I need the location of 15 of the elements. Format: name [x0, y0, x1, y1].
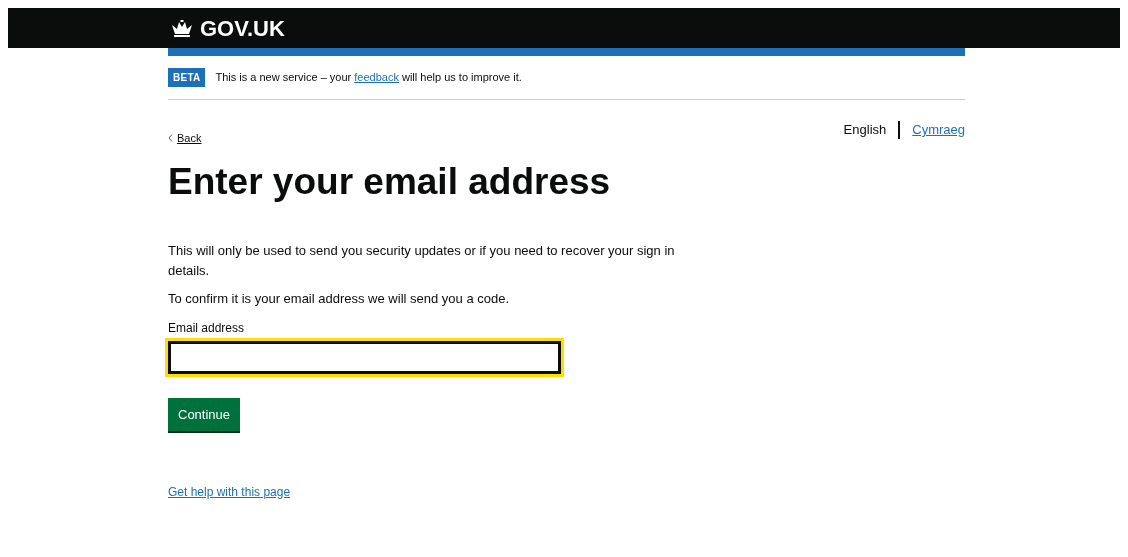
govuk-logo-link[interactable]: GOV.UK — [170, 11, 285, 45]
page-heading: Enter your email address — [168, 159, 612, 204]
back-link[interactable]: Back — [168, 130, 202, 147]
body-text: This will only be used to send you security updates or if you need to recover your sign in details. — [168, 241, 676, 280]
help-link[interactable]: Get help with this page — [168, 482, 291, 501]
beta-tag: BETA — [168, 68, 206, 87]
email-input-field[interactable] — [168, 340, 561, 374]
crown-icon — [170, 19, 194, 37]
phase-banner-text: This is a new service – your feedback will help us to improve it. — [215, 70, 522, 86]
continue-button[interactable]: Continue — [168, 397, 241, 431]
field-label: Email address — [168, 319, 246, 337]
body-text: To confirm it is your email address we will send you a code. — [168, 289, 511, 308]
chevron-left-icon — [168, 134, 173, 143]
feedback-link[interactable]: feedback — [354, 71, 399, 84]
language-link[interactable]: Cymraeg — [912, 120, 965, 140]
